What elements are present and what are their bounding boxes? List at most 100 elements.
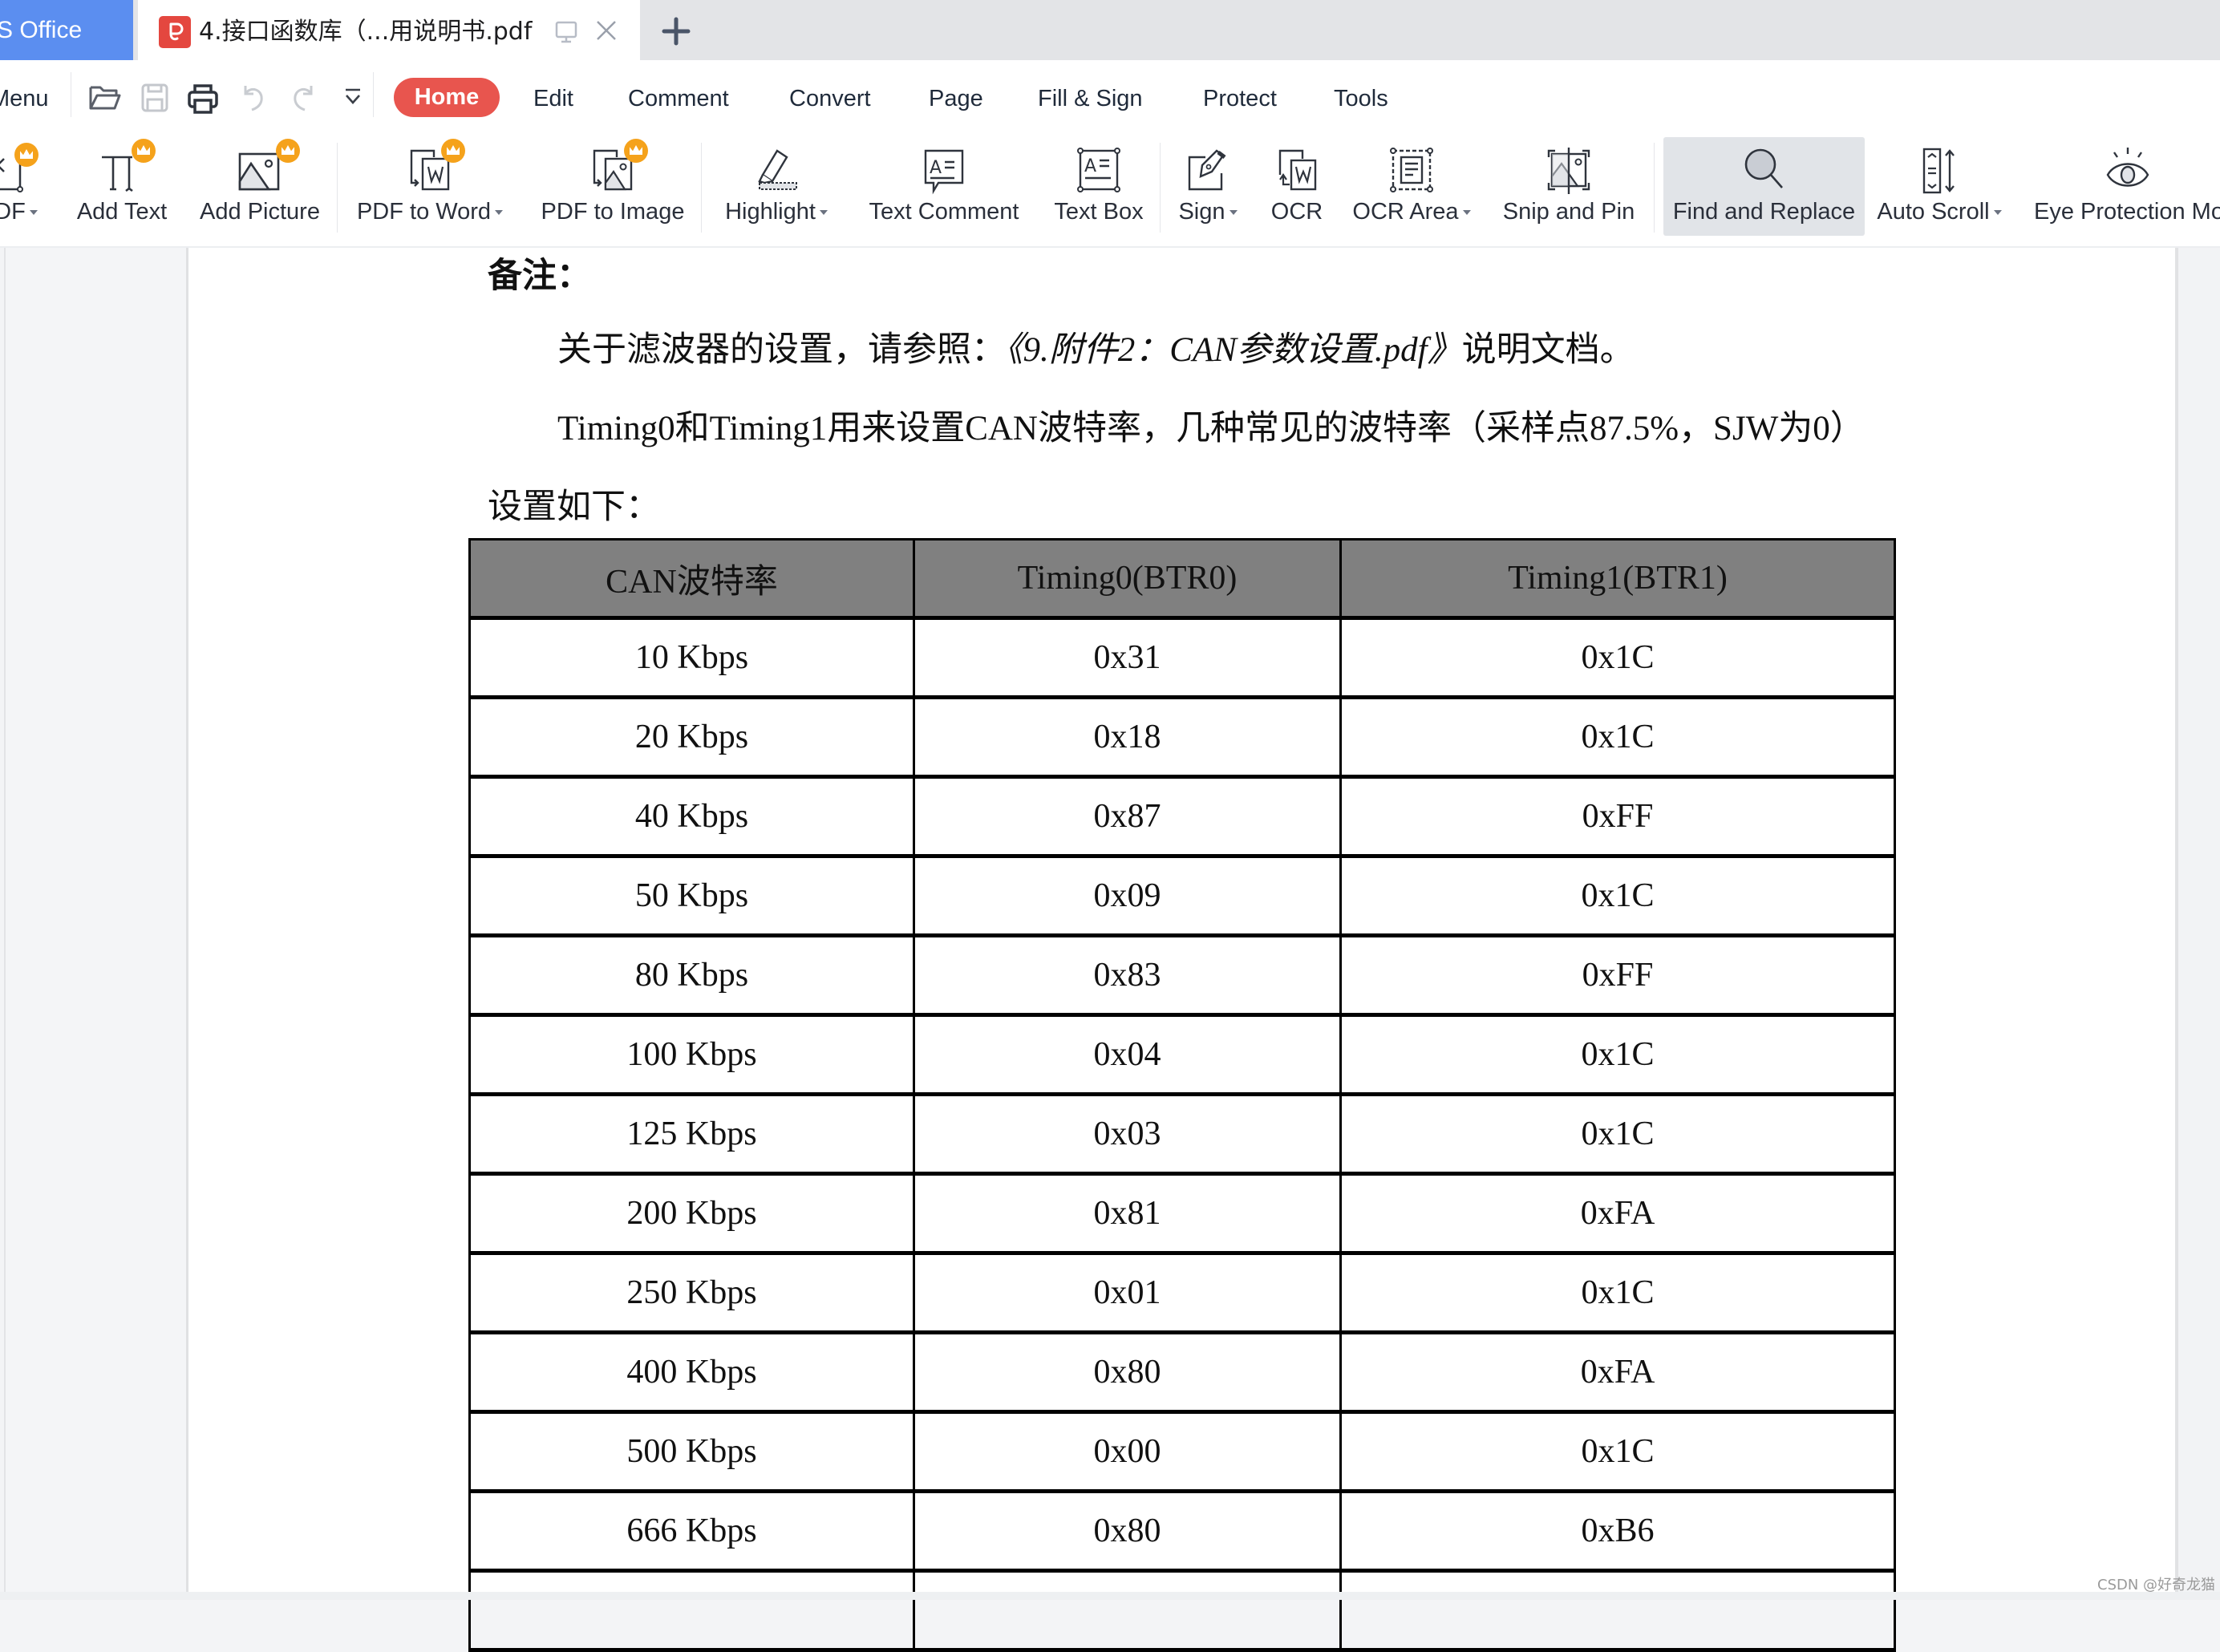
menu-bar: Menu Home Edit Comment Convert Page Fill… <box>0 60 2220 128</box>
divider <box>1160 143 1161 233</box>
table-row: 400 Kbps 0x80 0xFA <box>468 1331 1896 1413</box>
filter-settings-paragraph: 关于滤波器的设置，请参照：《9.附件2：CAN参数设置.pdf》说明文档。 <box>557 322 1635 371</box>
tab-protect[interactable]: Protect <box>1203 60 1277 128</box>
tab-convert[interactable]: Convert <box>789 60 871 128</box>
tool-ocr[interactable]: OCR <box>1259 128 1335 246</box>
dropdown-caret-icon[interactable] <box>819 210 828 215</box>
timing0-cell <box>913 1569 1342 1651</box>
table-row: 20 Kbps 0x18 0x1C <box>468 696 1896 778</box>
referenced-document-link[interactable]: 《9.附件2：CAN参数设置.pdf》 <box>1006 331 1462 369</box>
baud-rate-cell <box>468 1569 915 1651</box>
right-scroll-area[interactable] <box>2175 248 2220 1592</box>
tab-tools[interactable]: Tools <box>1334 60 1388 128</box>
tool-label: PDF to Image <box>541 199 685 225</box>
tool-snip-and-pin[interactable]: Snip and Pin <box>1492 128 1646 246</box>
baud-rate-cell: 400 Kbps <box>468 1331 915 1413</box>
tool-label: Find and Replace <box>1672 199 1856 225</box>
premium-crown-icon <box>276 139 300 163</box>
display-mode-icon[interactable] <box>553 19 579 49</box>
tool-label: Add Text <box>76 199 168 225</box>
search-icon <box>1744 148 1783 188</box>
timing1-cell: 0xFF <box>1339 775 1896 857</box>
tool-text-box[interactable]: A Text Box <box>1043 128 1155 246</box>
tool-add-picture[interactable]: Add Picture <box>189 128 330 246</box>
tool-ocr-area[interactable]: OCR Area <box>1344 128 1479 246</box>
tool-auto-scroll[interactable]: Auto Scroll <box>1872 128 2007 246</box>
tool-eye-protection-mode[interactable]: Eye Protection Mo <box>2028 128 2220 246</box>
premium-crown-icon <box>441 139 465 163</box>
app-home-tab[interactable]: S Office <box>0 0 133 60</box>
baud-rate-cell: 100 Kbps <box>468 1014 915 1095</box>
dropdown-caret-icon[interactable] <box>29 210 38 215</box>
sign-icon <box>1188 149 1226 191</box>
tool-text-comment[interactable]: A Text Comment <box>858 128 1030 246</box>
tool-label: Highlight <box>725 199 816 225</box>
table-row <box>468 1569 1896 1651</box>
tab-page[interactable]: Page <box>929 60 983 128</box>
baud-rate-cell: 10 Kbps <box>468 617 915 698</box>
undo-icon[interactable] <box>239 83 268 117</box>
ribbon-toolbar: DF Add Text Add Picture PDF to Word PDF … <box>0 128 2220 248</box>
dropdown-caret-icon[interactable] <box>1462 210 1471 215</box>
tab-edit[interactable]: Edit <box>533 60 573 128</box>
timing0-cell: 0x87 <box>913 775 1342 857</box>
tab-comment[interactable]: Comment <box>628 60 729 128</box>
table-row: 666 Kbps 0x80 0xB6 <box>468 1490 1896 1572</box>
table-row: 80 Kbps 0x83 0xFF <box>468 934 1896 1016</box>
tool-label: OCR Area <box>1352 199 1459 225</box>
table-row: 500 Kbps 0x00 0x1C <box>468 1411 1896 1492</box>
plus-icon <box>662 17 691 46</box>
table-row: 10 Kbps 0x31 0x1C <box>468 617 1896 698</box>
tool-pdf-to-word[interactable]: PDF to Word <box>345 128 515 246</box>
dropdown-caret-icon[interactable] <box>495 210 504 215</box>
tool-sign[interactable]: Sign <box>1165 128 1251 246</box>
close-tab-icon[interactable] <box>593 18 619 47</box>
document-tab[interactable]: 4.接口函数库（...用说明书.pdf <box>138 0 640 60</box>
customize-dropdown-icon[interactable] <box>343 87 363 112</box>
tool-label: Snip and Pin <box>1502 199 1635 225</box>
tool-add-text[interactable]: Add Text <box>66 128 178 246</box>
open-folder-icon[interactable] <box>88 83 122 115</box>
baud-rate-table: CAN波特率 Timing0(BTR0) Timing1(BTR1) 10 Kb… <box>468 538 1896 1652</box>
table-row: 40 Kbps 0x87 0xFF <box>468 775 1896 857</box>
highlight-icon <box>758 149 797 190</box>
dropdown-caret-icon[interactable] <box>1993 210 2002 215</box>
baud-rate-cell: 80 Kbps <box>468 934 915 1016</box>
tool-label: Text Comment <box>869 199 1019 225</box>
tool-pdf-to-image[interactable]: PDF to Image <box>529 128 696 246</box>
tab-fill-and-sign[interactable]: Fill & Sign <box>1038 60 1143 128</box>
tool-edit-pdf[interactable]: DF <box>0 128 56 246</box>
timing-paragraph: Timing0和Timing1用来设置CAN波特率，几种常见的波特率（采样点87… <box>557 410 1865 447</box>
new-tab-button[interactable] <box>658 13 695 50</box>
tool-label: PDF to Word <box>356 199 492 225</box>
paragraph-text: 说明文档。 <box>1461 331 1635 369</box>
save-icon[interactable] <box>140 83 169 117</box>
tool-label: Add Picture <box>200 199 320 225</box>
table-row: 125 Kbps 0x03 0x1C <box>468 1093 1896 1175</box>
baud-rate-cell: 20 Kbps <box>468 696 915 778</box>
table-row: 250 Kbps 0x01 0x1C <box>468 1252 1896 1334</box>
timing1-cell: 0x1C <box>1339 696 1896 778</box>
snip-and-pin-icon <box>1547 148 1590 194</box>
table-row: 100 Kbps 0x04 0x1C <box>468 1014 1896 1095</box>
timing1-cell: 0x1C <box>1339 1014 1896 1095</box>
table-row: 200 Kbps 0x81 0xFA <box>468 1172 1896 1254</box>
premium-crown-icon <box>14 143 38 167</box>
tab-home[interactable]: Home <box>394 78 500 117</box>
timing1-cell <box>1339 1569 1896 1651</box>
timing1-cell: 0x1C <box>1339 1252 1896 1334</box>
main-menu-button[interactable]: Menu <box>0 60 49 128</box>
timing0-cell: 0x09 <box>913 855 1342 937</box>
table-row: 50 Kbps 0x09 0x1C <box>468 855 1896 937</box>
dropdown-caret-icon[interactable] <box>1229 210 1238 215</box>
timing1-cell: 0xFA <box>1339 1172 1896 1254</box>
timing0-cell: 0x83 <box>913 934 1342 1016</box>
print-icon[interactable] <box>187 83 219 119</box>
tool-label: DF <box>0 199 26 225</box>
baud-rate-cell: 250 Kbps <box>468 1252 915 1334</box>
tool-highlight[interactable]: Highlight <box>707 128 845 246</box>
tool-find-and-replace[interactable]: Find and Replace <box>1663 137 1865 236</box>
pdf-file-icon <box>159 16 191 48</box>
redo-icon[interactable] <box>289 83 318 117</box>
baud-rate-cell: 500 Kbps <box>468 1411 915 1492</box>
